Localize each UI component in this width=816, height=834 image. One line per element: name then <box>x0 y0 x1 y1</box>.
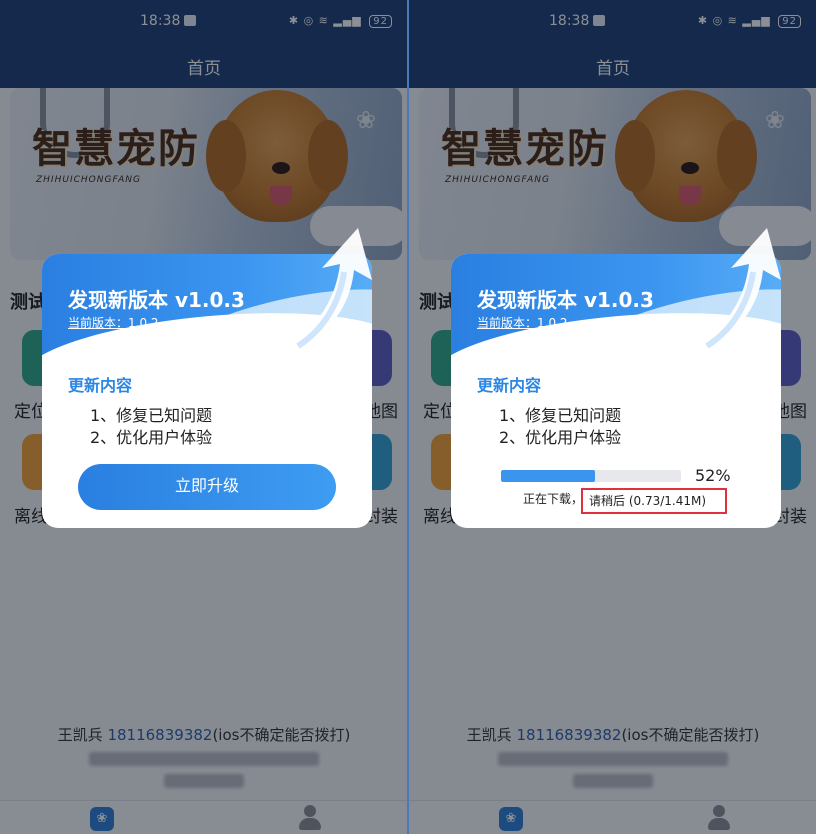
update-content-heading: 更新内容 <box>477 376 542 395</box>
update-item: 1、修复已知问题 <box>499 406 622 425</box>
update-dialog: 更新内容 1、修复已知问题 2、优化用户体验 立即升级 发现新版本 v1.0.3… <box>42 228 372 528</box>
dialog-title: 发现新版本 v1.0.3 <box>477 288 654 312</box>
upgrade-arrow-icon <box>286 228 372 352</box>
download-size-text: 请稍后 (0.73/1.41M) <box>589 494 707 508</box>
upgrade-now-button[interactable]: 立即升级 <box>78 464 336 510</box>
download-status: 正在下载， <box>523 492 584 506</box>
update-item: 2、优化用户体验 <box>90 428 213 447</box>
update-content-heading: 更新内容 <box>68 376 133 395</box>
current-version: 当前版本：1.0.2 <box>68 316 159 330</box>
update-item: 1、修复已知问题 <box>90 406 213 425</box>
download-progress-fill <box>501 470 595 482</box>
screen-update-available: 18:38 ✱ ◎ ≋ ▂▄▆ 92 首页 ❀ 智慧宠防 ZHIHUICHONG… <box>0 0 408 834</box>
update-dialog: 更新内容 1、修复已知问题 2、优化用户体验 52% 正在下载， 请稍后 (0.… <box>451 228 781 528</box>
download-percent: 52% <box>695 466 731 485</box>
current-version: 当前版本：1.0.2 <box>477 316 568 330</box>
upgrade-arrow-icon <box>695 228 781 352</box>
dialog-title: 发现新版本 v1.0.3 <box>68 288 245 312</box>
update-item: 2、优化用户体验 <box>499 428 622 447</box>
download-progress-bar <box>501 470 681 482</box>
screen-downloading: 18:38 ✱ ◎ ≋ ▂▄▆ 92 首页 ❀ 智慧宠防 ZHIHUICHONG… <box>409 0 816 834</box>
